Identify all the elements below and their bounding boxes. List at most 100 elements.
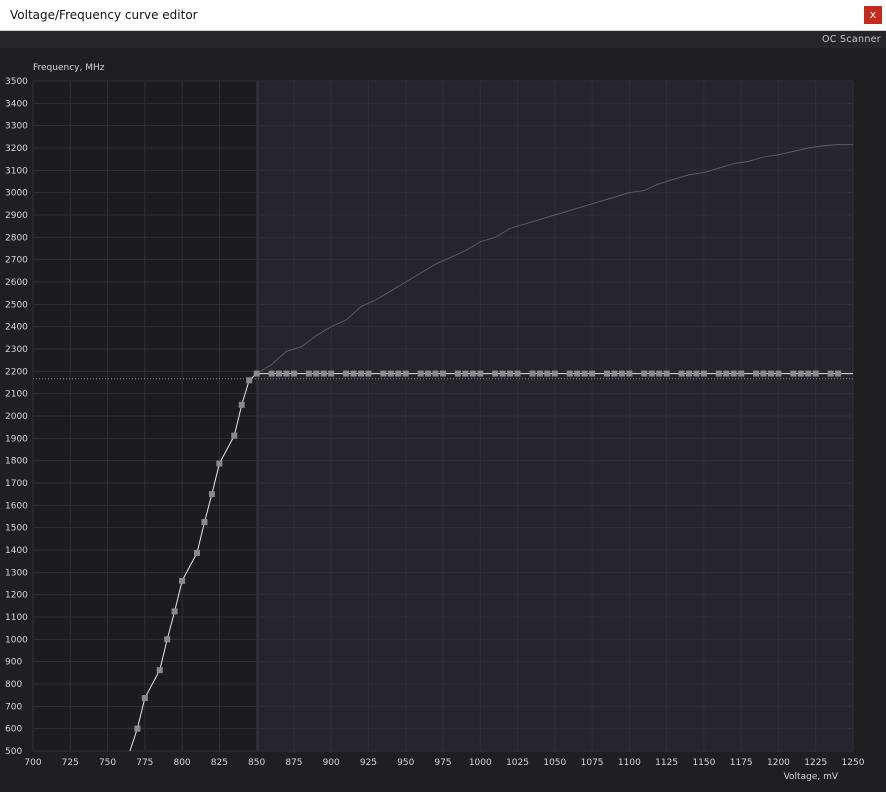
- y-tick-label: 1800: [5, 457, 28, 467]
- curve-point[interactable]: [417, 370, 424, 377]
- curve-point[interactable]: [686, 370, 692, 377]
- curve-point[interactable]: [432, 370, 439, 377]
- curve-point[interactable]: [216, 460, 223, 467]
- curve-point[interactable]: [715, 370, 722, 377]
- x-tick-label: 1125: [655, 758, 678, 768]
- curve-point[interactable]: [276, 370, 282, 377]
- curve-point[interactable]: [566, 370, 573, 377]
- curve-point[interactable]: [581, 370, 588, 377]
- curve-point[interactable]: [290, 370, 297, 377]
- curve-point[interactable]: [611, 370, 618, 377]
- curve-point[interactable]: [768, 370, 774, 377]
- curve-point[interactable]: [589, 370, 596, 377]
- curve-point[interactable]: [604, 370, 610, 377]
- curve-point[interactable]: [648, 370, 655, 377]
- title-bar: Voltage/Frequency curve editor x: [0, 0, 886, 31]
- curve-point[interactable]: [805, 370, 812, 377]
- curve-point[interactable]: [350, 370, 357, 377]
- curve-point[interactable]: [775, 370, 782, 377]
- curve-point[interactable]: [425, 370, 432, 377]
- curve-point[interactable]: [656, 370, 663, 377]
- curve-point[interactable]: [753, 370, 760, 377]
- curve-point[interactable]: [499, 370, 506, 377]
- curve-point[interactable]: [812, 370, 819, 377]
- curve-point[interactable]: [156, 667, 163, 674]
- curve-point[interactable]: [440, 370, 446, 377]
- oc-scanner-button[interactable]: OC Scanner: [822, 34, 881, 45]
- curve-point[interactable]: [380, 370, 387, 377]
- curve-point[interactable]: [171, 608, 178, 615]
- curve-point[interactable]: [730, 370, 737, 377]
- x-tick-label: 775: [136, 758, 153, 768]
- curve-point[interactable]: [835, 370, 842, 377]
- curve-point[interactable]: [141, 695, 148, 702]
- curve-point[interactable]: [797, 370, 804, 377]
- curve-point[interactable]: [827, 370, 834, 377]
- curve-point[interactable]: [402, 370, 409, 377]
- curve-point[interactable]: [194, 549, 200, 556]
- curve-point[interactable]: [305, 370, 312, 377]
- x-tick-label: 1050: [543, 758, 566, 768]
- curve-point[interactable]: [700, 370, 707, 377]
- curve-point[interactable]: [693, 370, 700, 377]
- y-tick-label: 1700: [5, 479, 28, 489]
- curve-point[interactable]: [201, 519, 208, 526]
- curve-point[interactable]: [268, 370, 275, 377]
- curve-point[interactable]: [320, 370, 327, 377]
- curve-point[interactable]: [358, 370, 364, 377]
- y-tick-label: 1200: [5, 591, 28, 601]
- curve-point[interactable]: [738, 370, 745, 377]
- curve-point[interactable]: [164, 636, 171, 643]
- curve-point[interactable]: [760, 370, 767, 377]
- curve-point[interactable]: [253, 370, 260, 377]
- curve-point[interactable]: [551, 370, 558, 377]
- curve-point[interactable]: [462, 370, 469, 377]
- curve-point[interactable]: [328, 370, 335, 377]
- y-tick-label: 2800: [5, 233, 28, 243]
- vf-curve-chart[interactable]: 500 600 700 800 900 1000 1100 1200 1300 1400 1500 1…: [0, 48, 886, 792]
- curve-point[interactable]: [492, 370, 499, 377]
- curve-point[interactable]: [723, 370, 730, 377]
- x-tick-label: 1025: [506, 758, 529, 768]
- curve-point[interactable]: [626, 370, 633, 377]
- x-tick-label: 1075: [581, 758, 604, 768]
- curve-point[interactable]: [454, 370, 461, 377]
- curve-point[interactable]: [536, 370, 543, 377]
- curve-point[interactable]: [365, 370, 372, 377]
- y-tick-label: 3200: [5, 144, 28, 154]
- y-axis-ticks: 500 600 700 800 900 1000 1100 1200 1300 1400 1500 1…: [5, 77, 28, 757]
- x-tick-label: 1150: [692, 758, 715, 768]
- x-axis-label: Voltage, mV: [784, 772, 839, 782]
- curve-point[interactable]: [343, 370, 350, 377]
- curve-point[interactable]: [529, 370, 536, 377]
- curve-point[interactable]: [514, 370, 521, 377]
- curve-point[interactable]: [678, 370, 685, 377]
- y-tick-label: 1100: [5, 613, 28, 623]
- curve-point[interactable]: [469, 370, 476, 377]
- curve-point[interactable]: [641, 370, 648, 377]
- y-axis-label: Frequency, MHz: [33, 63, 105, 73]
- curve-point[interactable]: [231, 432, 238, 439]
- curve-point[interactable]: [246, 377, 253, 384]
- curve-point[interactable]: [208, 491, 215, 498]
- close-button[interactable]: x: [864, 6, 882, 24]
- curve-point[interactable]: [618, 370, 625, 377]
- curve-point[interactable]: [544, 370, 551, 377]
- curve-point[interactable]: [179, 577, 186, 584]
- curve-point[interactable]: [283, 370, 290, 377]
- curve-point[interactable]: [134, 725, 141, 732]
- y-tick-label: 1600: [5, 501, 28, 511]
- y-tick-label: 600: [5, 725, 22, 735]
- curve-point[interactable]: [395, 370, 402, 377]
- curve-point[interactable]: [574, 370, 581, 377]
- curve-point[interactable]: [477, 370, 484, 377]
- window-title: Voltage/Frequency curve editor: [10, 8, 198, 22]
- curve-point[interactable]: [238, 401, 245, 408]
- curve-point[interactable]: [387, 370, 394, 377]
- y-tick-label: 1900: [5, 434, 28, 444]
- x-tick-label: 800: [173, 758, 190, 768]
- curve-point[interactable]: [507, 370, 514, 377]
- curve-point[interactable]: [313, 370, 320, 377]
- curve-point[interactable]: [790, 370, 797, 377]
- curve-point[interactable]: [663, 370, 670, 377]
